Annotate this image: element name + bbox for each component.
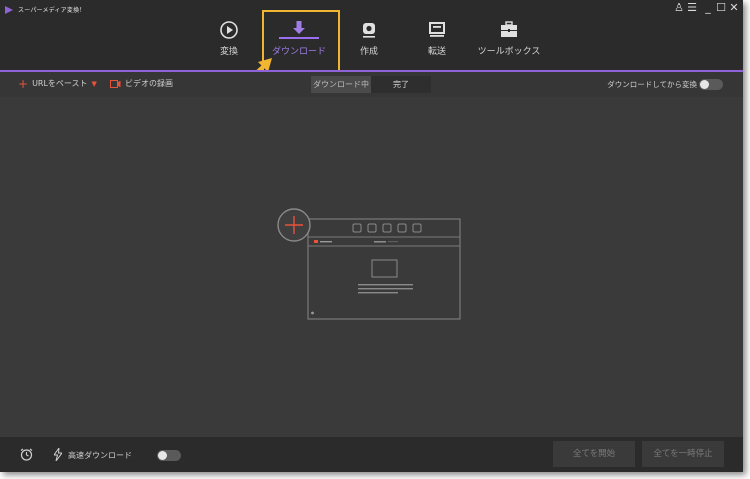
menu-icon[interactable]: ☰ [686,2,698,14]
download-toolbar: + URLをペースト ▼ ビデオの録画 ダウンロード中 完了 ダウンロードしてか… [0,72,743,97]
disc-burn-icon [363,23,375,38]
user-icon[interactable]: ♙ [673,2,685,14]
plus-icon: + [18,76,29,91]
tab-burn-label: 作成 [359,47,378,57]
tab-transfer[interactable]: 転送 [402,20,472,64]
pause-all-button[interactable]: 全てを一時停止 [642,441,724,467]
lightning-icon [54,448,62,461]
maximize-button[interactable]: ☐ [715,2,727,14]
convert-after-download-toggle[interactable] [699,79,723,90]
close-button[interactable]: ✕ [728,2,740,14]
tab-downloading[interactable]: ダウンロード中 [311,76,371,93]
add-download-illustration[interactable] [276,207,466,325]
bottom-bar: 高速ダウンロード 全てを開始 全てを一時停止 [0,437,743,472]
convert-after-download-label: ダウンロードしてから変換 [607,80,697,89]
toggle-knob [158,451,167,460]
paste-url-button[interactable]: + URLをペースト ▼ [18,76,97,91]
play-circle-icon [220,21,238,39]
tab-finished[interactable]: 完了 [371,76,431,93]
download-area [0,97,743,437]
start-all-button[interactable]: 全てを開始 [553,441,635,467]
transfer-icon [429,22,445,37]
app-title: スーパーメディア変換！ [18,7,86,14]
tab-transfer-label: 転送 [427,47,446,57]
high-speed-download-toggle[interactable] [157,450,181,461]
caret-down-icon[interactable]: ▼ [92,80,97,88]
tab-burn[interactable]: 作成 [334,20,404,64]
app-window: スーパーメディア変換！ ♙ ☰ _ ☐ ✕ 変換 ダウンロード 作成 転送 ツー… [0,0,743,472]
camera-icon [110,79,121,88]
paste-url-label: URLをペースト [32,79,88,88]
record-video-button[interactable]: ビデオの録画 [110,78,173,89]
tab-toolbox[interactable]: ツールボックス [474,20,544,64]
record-video-label: ビデオの録画 [125,79,173,88]
minimize-button[interactable]: _ [702,2,714,14]
toolbox-icon [501,21,517,37]
app-logo-icon [5,6,13,14]
title-bar: スーパーメディア変換！ ♙ ☰ _ ☐ ✕ 変換 ダウンロード 作成 転送 ツー… [0,0,743,90]
alarm-clock-icon[interactable] [20,448,33,461]
tab-toolbox-label: ツールボックス [477,47,541,57]
toggle-knob [700,80,709,89]
high-speed-download-label: 高速ダウンロード [68,451,132,460]
